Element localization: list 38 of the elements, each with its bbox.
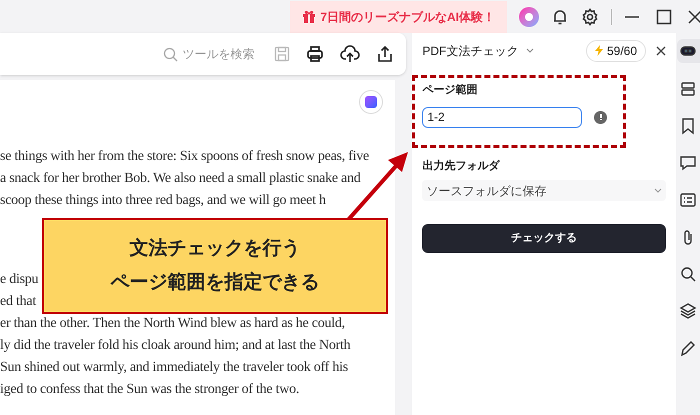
document-button[interactable]: [359, 90, 383, 114]
callout-text: 文法チェックを行う: [130, 236, 300, 260]
text-line: e dispu: [0, 272, 38, 287]
chevron-down-icon: [526, 48, 534, 54]
text-line: a snack for her brother Bob. We also need a small plastic snake and: [0, 171, 361, 186]
promo-text: 7日間のリーズナブルなAI体験！: [320, 8, 495, 26]
check-button[interactable]: チェックする: [422, 224, 666, 253]
settings-icon[interactable]: [581, 8, 599, 26]
text-line: Sun shined out warmly, and immediately the traveler took off his: [0, 360, 348, 375]
text-line: ly did the traveler fold his cloak around him; and at last the North: [0, 338, 350, 353]
output-folder-select[interactable]: ソースフォルダに保存: [422, 180, 666, 201]
output-folder-label: 出力先フォルダ: [422, 158, 501, 174]
close-icon[interactable]: [688, 8, 700, 24]
print-icon[interactable]: [306, 45, 324, 63]
lightning-icon: [594, 45, 603, 56]
bell-icon[interactable]: [551, 8, 569, 26]
promo-banner[interactable]: 7日間のリーズナブルなAI体験！: [290, 0, 507, 32]
text-line: se things with her from the store: Six spoons of fresh snow peas, five: [0, 149, 369, 164]
callout-text: ページ範囲を指定できる: [110, 270, 320, 295]
tool-dropdown[interactable]: PDF文法チェック: [422, 42, 534, 60]
info-icon: [594, 110, 608, 124]
search-field[interactable]: ツールを検索: [163, 45, 258, 63]
text-line: er than the other. Then the North Wind blew as hard as he could,: [0, 316, 345, 331]
cloud-upload-icon[interactable]: [340, 45, 360, 63]
close-icon[interactable]: [656, 46, 666, 56]
text-line: iged to confess that the Sun was the stronger of the two.: [0, 382, 300, 397]
gift-icon: [302, 10, 316, 24]
page-range-input[interactable]: 1-2: [422, 106, 582, 128]
robot-icon[interactable]: [677, 39, 700, 63]
text-line: ed that: [0, 294, 36, 309]
share-icon[interactable]: [376, 45, 394, 63]
avatar-icon[interactable]: [519, 6, 539, 26]
credits-badge: 59/60: [586, 40, 646, 62]
text-line: scoop these things into three red bags, and we will go meet h: [0, 193, 326, 208]
page-range-label: ページ範囲: [422, 83, 478, 98]
search-icon: [163, 46, 178, 62]
chevron-down-icon: [654, 188, 662, 194]
maximize-icon[interactable]: [656, 8, 672, 24]
